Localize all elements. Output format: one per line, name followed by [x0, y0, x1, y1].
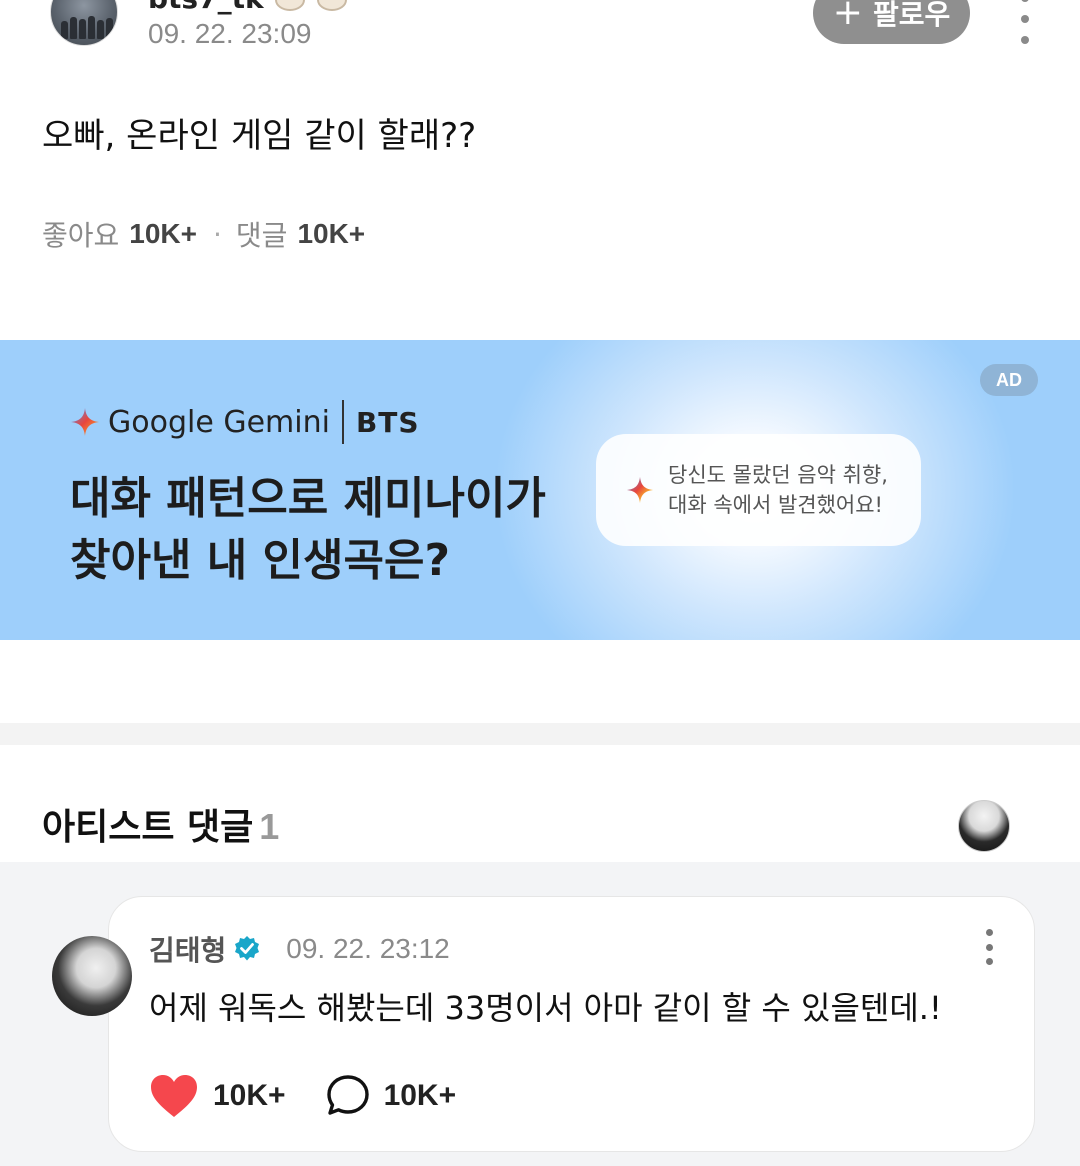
comment-timestamp: 09. 22. 23:12	[286, 933, 450, 964]
section-divider	[0, 723, 1080, 745]
ad-headline: 대화 패턴으로 제미나이가 찾아낸 내 인생곡은?	[70, 468, 546, 592]
verified-badge-icon	[235, 936, 260, 961]
comments-label[interactable]: 댓글	[236, 214, 288, 254]
more-options-icon[interactable]	[1010, 0, 1040, 44]
follow-button[interactable]: + 팔로우	[813, 0, 970, 44]
ad-badge: AD	[980, 364, 1038, 396]
commenter-row: 김태형 09. 22. 23:12	[149, 929, 450, 969]
comment-likes-count: 10K+	[213, 1079, 286, 1112]
likes-count: 10K+	[129, 218, 197, 249]
artist-avatar[interactable]	[958, 800, 1010, 852]
post-timestamp: 09. 22. 23:09	[148, 18, 312, 49]
cat-face-emoji-icon	[317, 0, 348, 11]
artist-comments-count: 1	[259, 806, 280, 847]
comments-count[interactable]: 10K+	[297, 218, 365, 250]
ad-headline-line1: 대화 패턴으로 제미나이가	[70, 473, 546, 524]
author-name[interactable]: bts7_tk	[148, 0, 348, 15]
post-text: 오빠, 온라인 게임 같이 할래??	[42, 116, 477, 156]
ad-brand-name: Google Gemini	[108, 404, 330, 440]
post-stats: 좋아요 10K+ · 댓글 10K+	[42, 214, 365, 254]
comment-more-icon[interactable]	[979, 929, 999, 965]
brand-divider	[341, 400, 344, 444]
comment-card[interactable]: 김태형 09. 22. 23:12 어제 워독스 해봤는데 33명이서 아마 같…	[108, 896, 1035, 1152]
comment-actions: 10K+ 10K+	[149, 1073, 456, 1119]
commenter-name[interactable]: 김태형	[149, 929, 226, 969]
plus-icon: +	[832, 0, 863, 33]
ad-headline-line2: 찾아낸 내 인생곡은?	[70, 535, 450, 586]
ad-bubble-line1: 당신도 몰랐던 음악 취향,	[668, 463, 888, 487]
ad-brand: Google Gemini BTS	[70, 400, 420, 444]
comment-replies-count: 10K+	[383, 1079, 457, 1112]
likes-label: 좋아요	[42, 219, 120, 252]
ad-chat-bubble: 당신도 몰랐던 음악 취향, 대화 속에서 발견했어요!	[596, 434, 921, 546]
post-header: bts7_tk 09. 22. 23:09 + 팔로우	[0, 0, 1080, 70]
gemini-sparkle-icon	[71, 408, 99, 436]
separator-dot: ·	[213, 217, 222, 251]
comment-text: 어제 워독스 해봤는데 33명이서 아마 같이 할 수 있을텐데.!	[149, 989, 942, 1027]
commenter-avatar[interactable]	[52, 936, 132, 1016]
ad-partner: BTS	[355, 405, 420, 439]
ad-banner[interactable]: AD Google Gemini BTS 대화 패턴으로 제미나이가 찾아낸 내…	[0, 340, 1080, 640]
cat-emoji-icon	[275, 0, 306, 11]
heart-icon[interactable]	[149, 1073, 199, 1119]
ad-bubble-text: 당신도 몰랐던 음악 취향, 대화 속에서 발견했어요!	[668, 460, 888, 520]
artist-comments-title: 아티스트 댓글 1	[42, 798, 279, 850]
author-avatar[interactable]	[50, 0, 118, 46]
artist-comments-title-text: 아티스트 댓글	[42, 807, 254, 848]
author-name-text: bts7_tk	[148, 0, 264, 15]
ad-bubble-line2: 대화 속에서 발견했어요!	[668, 493, 883, 517]
gemini-sparkle-icon	[626, 476, 654, 504]
comment-bubble-icon[interactable]	[326, 1074, 370, 1118]
follow-label: 팔로우	[872, 0, 951, 31]
